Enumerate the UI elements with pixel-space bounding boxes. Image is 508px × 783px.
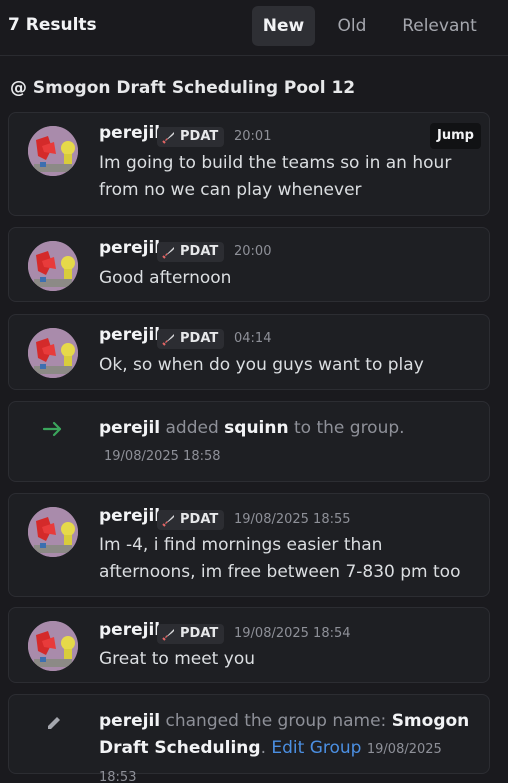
sword-icon xyxy=(162,132,174,144)
system-message-renamed[interactable]: perejil changed the group name: Smogon D… xyxy=(8,694,490,783)
guild-tag-label: PDAT xyxy=(180,626,219,641)
message-timestamp: 19/08/2025 18:55 xyxy=(234,512,351,527)
system-suffix: to the group. xyxy=(294,418,405,438)
sword-icon xyxy=(162,515,174,527)
username[interactable]: perejil xyxy=(99,620,160,640)
tab-old[interactable]: Old xyxy=(328,6,376,46)
message-content: Good afternoon xyxy=(99,268,232,288)
system-message-text: perejil added squinn to the group. xyxy=(99,415,479,442)
sword-icon xyxy=(162,334,174,346)
system-verb: added xyxy=(165,418,219,438)
sword-icon xyxy=(162,247,174,259)
username[interactable]: perejil xyxy=(99,238,160,258)
username[interactable]: perejil xyxy=(99,325,160,345)
search-result-message[interactable]: perejil PDAT 20:00 Good afternoon xyxy=(8,227,490,302)
search-results-header: 7 Results New Old Relevant xyxy=(0,0,508,56)
tab-relevant[interactable]: Relevant xyxy=(392,6,487,46)
avatar[interactable] xyxy=(28,126,78,176)
actor-username[interactable]: perejil xyxy=(99,418,160,438)
guild-tag-label: PDAT xyxy=(180,244,219,259)
avatar[interactable] xyxy=(28,241,78,291)
message-timestamp: 19/08/2025 18:58 xyxy=(104,449,221,464)
avatar[interactable] xyxy=(28,328,78,378)
guild-tag: PDAT xyxy=(157,510,225,530)
arrow-right-icon xyxy=(42,421,62,437)
target-username[interactable]: squinn xyxy=(224,418,288,438)
message-timestamp: 20:00 xyxy=(234,244,272,259)
system-message-text: perejil changed the group name: Smogon D… xyxy=(99,708,479,783)
message-timestamp: 04:14 xyxy=(234,331,272,346)
guild-tag: PDAT xyxy=(157,242,225,262)
system-period: . xyxy=(260,738,266,758)
message-content: Great to meet you xyxy=(99,649,255,669)
guild-tag: PDAT xyxy=(157,127,225,147)
tab-new[interactable]: New xyxy=(252,6,315,46)
guild-tag-label: PDAT xyxy=(180,129,219,144)
guild-tag: PDAT xyxy=(157,329,225,349)
pencil-icon xyxy=(48,717,60,729)
results-count: 7 Results xyxy=(8,15,97,35)
guild-tag: PDAT xyxy=(157,624,225,644)
guild-tag-label: PDAT xyxy=(180,331,219,346)
username[interactable]: perejil xyxy=(99,506,160,526)
message-timestamp: 20:01 xyxy=(234,129,272,144)
message-content: Ok, so when do you guys want to play xyxy=(99,355,424,375)
message-timestamp: 19/08/2025 18:54 xyxy=(234,626,351,641)
username[interactable]: perejil xyxy=(99,123,160,143)
system-message-added[interactable]: perejil added squinn to the group. 19/08… xyxy=(8,401,490,482)
actor-username[interactable]: perejil xyxy=(99,711,160,731)
channel-name[interactable]: @ Smogon Draft Scheduling Pool 12 xyxy=(10,78,355,98)
edit-group-link[interactable]: Edit Group xyxy=(271,738,361,758)
jump-button[interactable]: Jump xyxy=(430,123,481,149)
avatar[interactable] xyxy=(28,507,78,557)
message-content: Im going to build the teams so in an hou… xyxy=(99,153,452,200)
search-result-message[interactable]: perejil PDAT 20:01 Jump Im going to buil… xyxy=(8,112,490,216)
search-result-message[interactable]: perejil PDAT 04:14 Ok, so when do you gu… xyxy=(8,314,490,390)
message-content: Im -4, i find mornings easier than after… xyxy=(99,535,461,582)
sword-icon xyxy=(162,629,174,641)
search-result-message[interactable]: perejil PDAT 19/08/2025 18:54 Great to m… xyxy=(8,607,490,683)
guild-tag-label: PDAT xyxy=(180,512,219,527)
search-result-message[interactable]: perejil PDAT 19/08/2025 18:55 Im -4, i f… xyxy=(8,493,490,597)
system-verb: changed the group name: xyxy=(165,711,387,731)
avatar[interactable] xyxy=(28,621,78,671)
